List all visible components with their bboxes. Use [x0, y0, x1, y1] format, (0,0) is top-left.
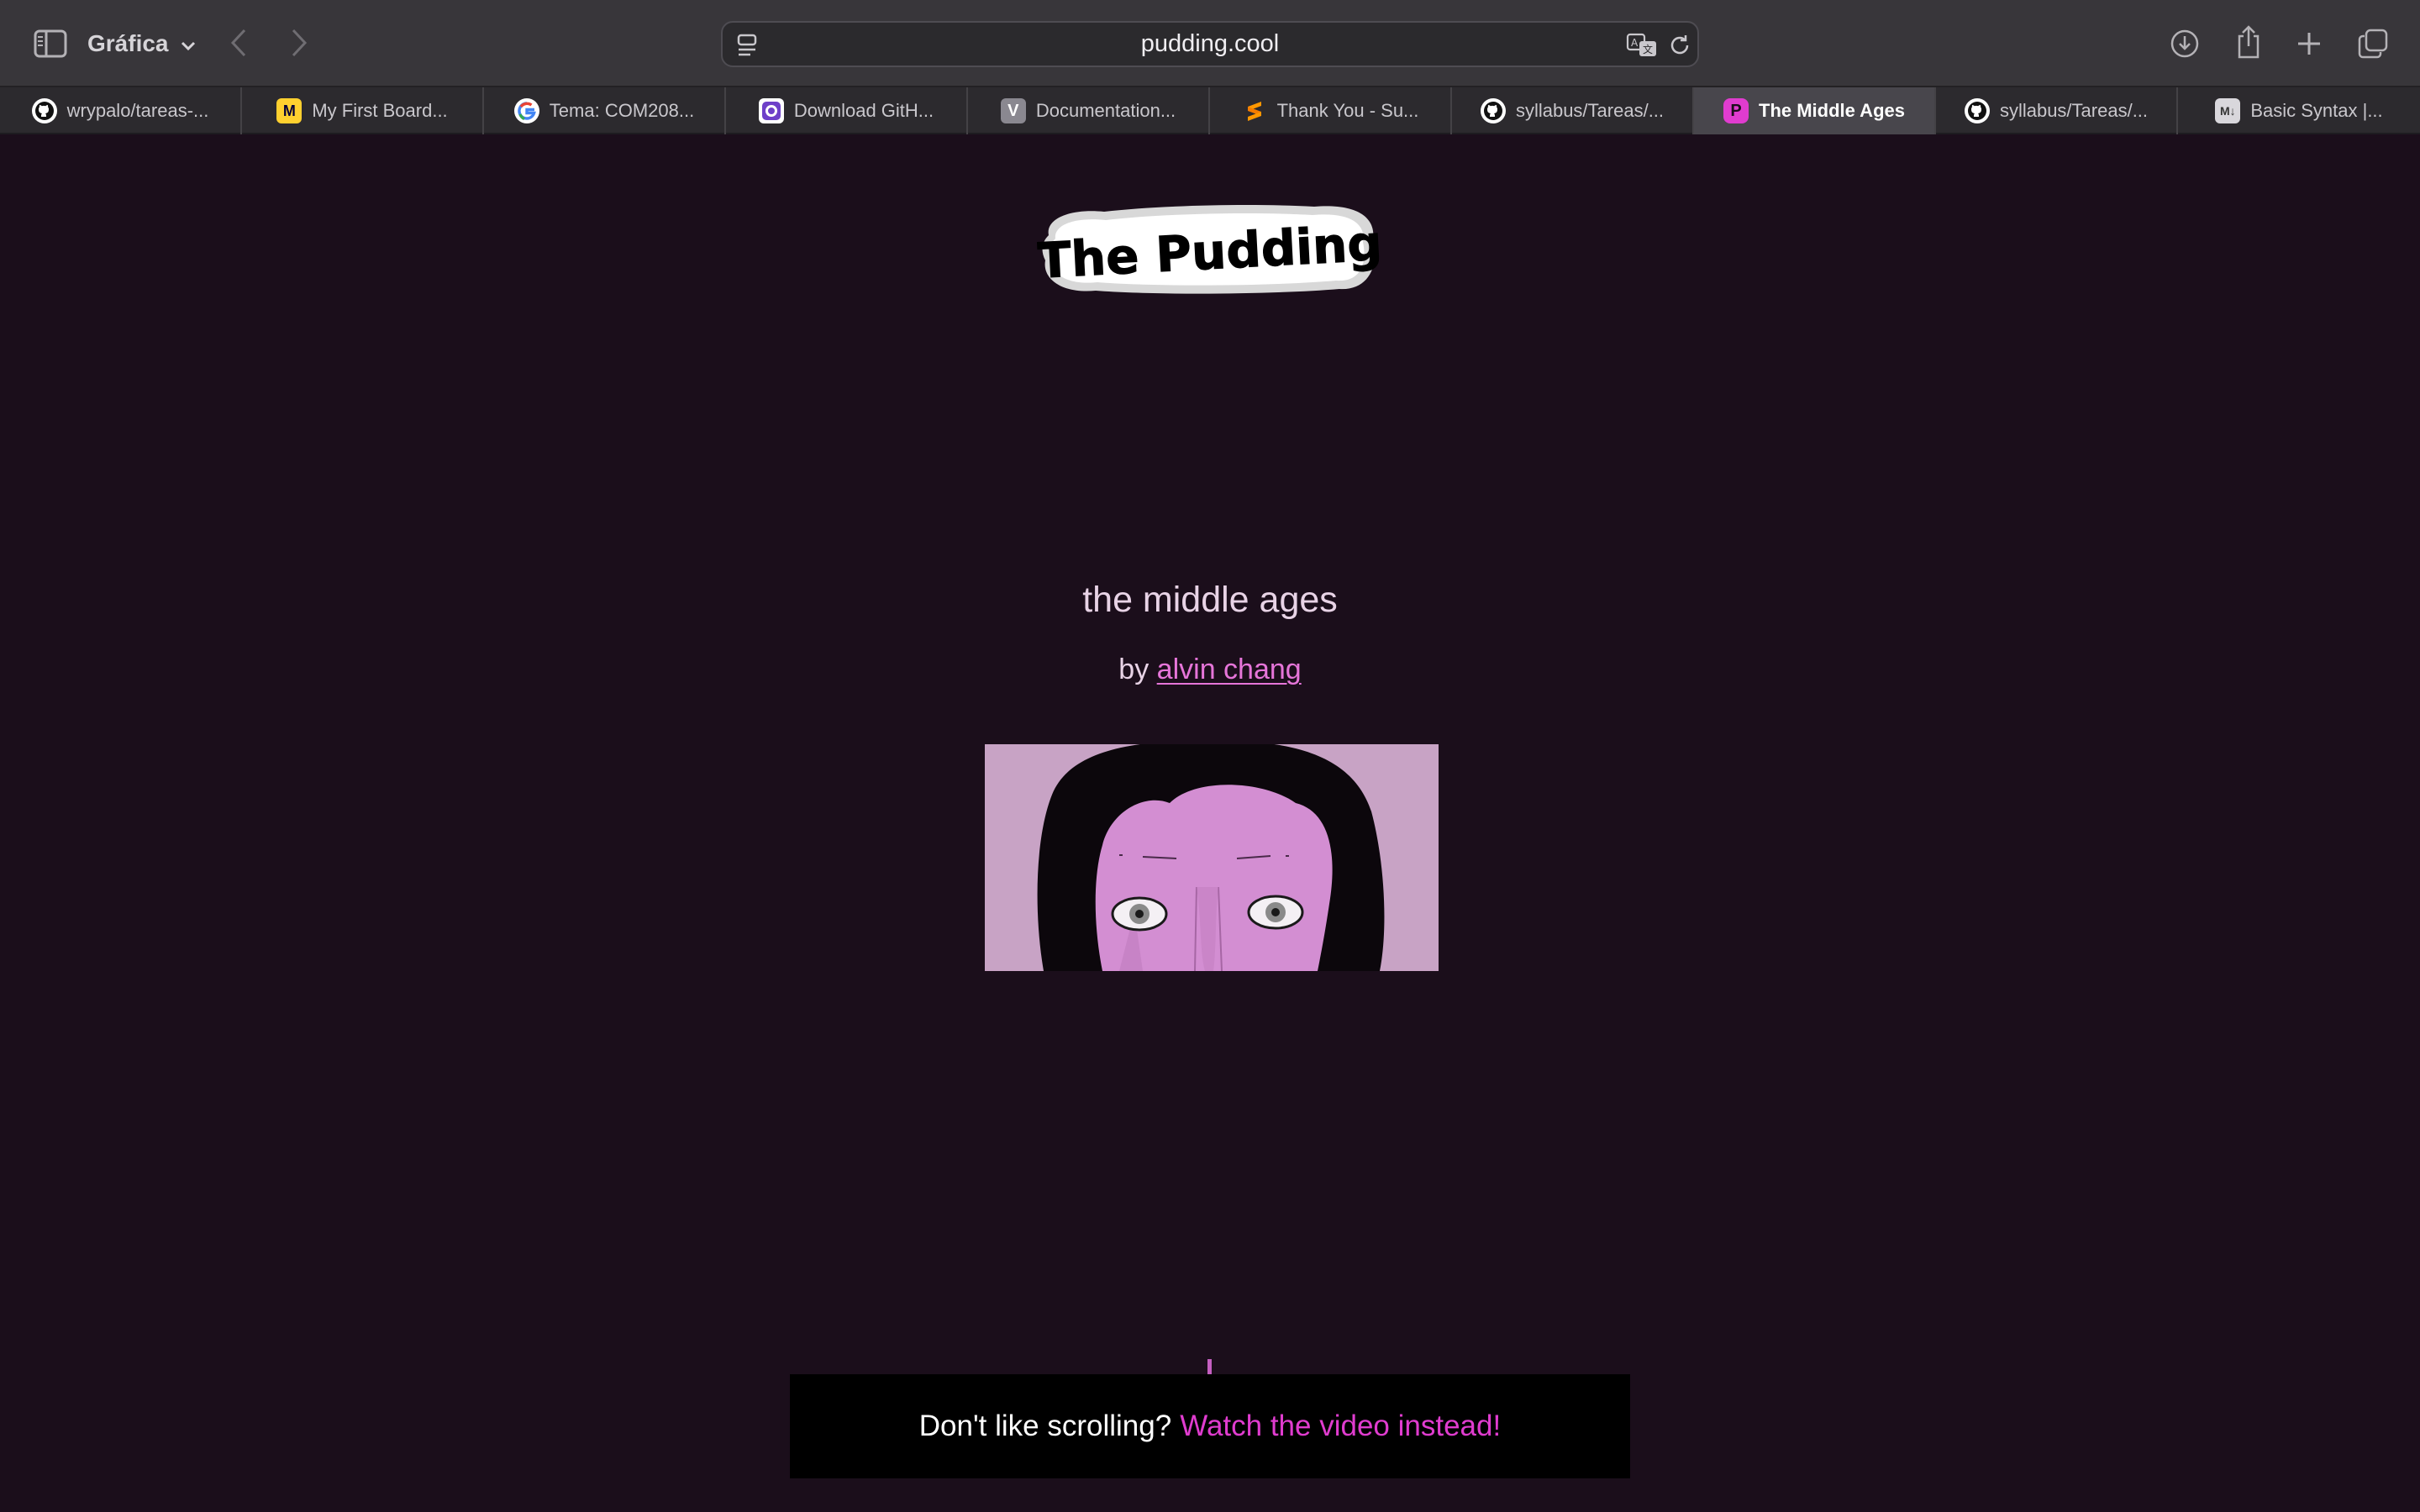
story-title: the middle ages: [1082, 580, 1338, 620]
browser-tab[interactable]: V Documentation...: [968, 87, 1210, 134]
browser-tab[interactable]: Download GitH...: [726, 87, 968, 134]
chevron-down-icon: [181, 30, 196, 57]
browser-toolbar: Gráfica pudding.cool A文: [0, 0, 2420, 87]
video-banner: Don't like scrolling? Watch the video in…: [790, 1374, 1630, 1478]
share-icon[interactable]: [2230, 22, 2267, 62]
byline: by alvin chang: [0, 654, 2420, 686]
github-icon: [1964, 98, 1990, 123]
tab-group-selector[interactable]: Gráfica: [87, 25, 196, 62]
browser-tab-active[interactable]: P The Middle Ages: [1694, 87, 1936, 134]
tab-overview-icon[interactable]: [2354, 25, 2391, 62]
tab-group-label: Gráfica: [87, 30, 169, 56]
google-icon: [513, 98, 539, 123]
reload-icon[interactable]: [1667, 33, 1692, 58]
v-icon: V: [1000, 98, 1026, 123]
browser-tab[interactable]: Tema: COM208...: [484, 87, 726, 134]
svg-text:A: A: [1631, 37, 1639, 49]
pudding-icon: P: [1723, 98, 1749, 123]
github-desktop-icon: [758, 98, 784, 123]
url-text[interactable]: pudding.cool: [723, 23, 1697, 66]
tab-label: Download GitH...: [793, 100, 934, 121]
tab-label: Tema: COM208...: [549, 100, 695, 121]
face-illustration: [985, 744, 1439, 971]
tab-label: Documentation...: [1035, 100, 1176, 121]
tab-label: Basic Syntax |...: [2250, 100, 2383, 121]
sidebar-toggle-icon[interactable]: [32, 25, 69, 62]
watch-video-link[interactable]: Watch the video instead!: [1180, 1410, 1501, 1443]
browser-tab[interactable]: M↓ Basic Syntax |...: [2178, 87, 2420, 134]
miro-icon: M: [276, 98, 302, 123]
page-content: The Pudding the middle ages by alvin cha…: [0, 134, 2420, 1512]
markdown-icon: M↓: [2215, 98, 2241, 123]
tab-label: The Middle Ages: [1759, 100, 1905, 121]
browser-tab[interactable]: wrypalo/tareas-...: [0, 87, 242, 134]
the-pudding-logo[interactable]: The Pudding: [1037, 202, 1383, 299]
forward-arrow-icon[interactable]: [282, 24, 316, 62]
tab-label: syllabus/Tareas/...: [1515, 100, 1665, 121]
tab-label: syllabus/Tareas/...: [1999, 100, 2149, 121]
tab-label: wrypalo/tareas-...: [66, 100, 209, 121]
plus-icon[interactable]: [2291, 25, 2328, 62]
tab-label: Thank You - Su...: [1276, 100, 1419, 121]
sublime-icon: [1242, 98, 1267, 123]
tab-strip: wrypalo/tareas-... M My First Board... T…: [0, 87, 2420, 134]
tab-label: My First Board...: [312, 100, 448, 121]
reader-mode-icon[interactable]: [734, 33, 760, 58]
byline-prefix: by: [1118, 654, 1150, 685]
browser-tab[interactable]: syllabus/Tareas/...: [1452, 87, 1694, 134]
browser-tab[interactable]: M My First Board...: [242, 87, 484, 134]
browser-tab[interactable]: Thank You - Su...: [1210, 87, 1452, 134]
translate-icon[interactable]: A文: [1625, 31, 1659, 60]
github-icon: [1480, 98, 1506, 123]
svg-text:文: 文: [1643, 43, 1653, 55]
back-arrow-icon[interactable]: [222, 24, 255, 62]
download-icon[interactable]: [2166, 25, 2203, 62]
hero-illustration: [985, 744, 1439, 971]
address-bar[interactable]: pudding.cool A文: [721, 21, 1699, 67]
browser-tab[interactable]: syllabus/Tareas/...: [1936, 87, 2178, 134]
github-icon: [31, 98, 57, 123]
author-link[interactable]: alvin chang: [1157, 654, 1302, 685]
banner-text: Don't like scrolling?: [918, 1410, 1172, 1442]
